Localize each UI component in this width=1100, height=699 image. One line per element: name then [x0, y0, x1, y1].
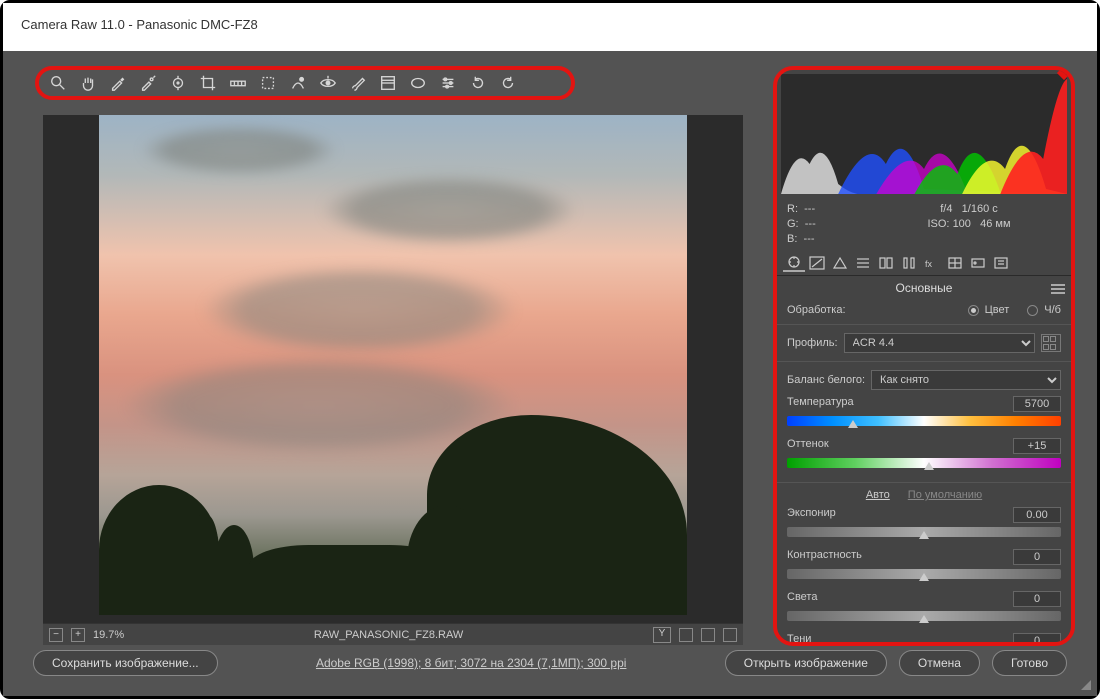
target-adjust-icon[interactable]	[167, 72, 189, 94]
exposure-slider[interactable]	[787, 527, 1061, 537]
profile-browser-icon[interactable]	[1041, 334, 1061, 352]
panel-title: Основные	[777, 276, 1071, 300]
rotate-ccw-icon[interactable]	[467, 72, 489, 94]
contrast-slider[interactable]	[787, 569, 1061, 579]
workflow-options-link[interactable]: Adobe RGB (1998); 8 бит; 3072 на 2304 (7…	[230, 656, 713, 670]
panel-menu-icon[interactable]	[1051, 282, 1065, 294]
treatment-label: Обработка:	[787, 304, 846, 316]
profile-select[interactable]: ACR 4.4	[844, 333, 1035, 353]
bottom-bar: Сохранить изображение... Adobe RGB (1998…	[3, 638, 1097, 688]
exposure-input[interactable]	[1013, 507, 1061, 523]
highlights-slider[interactable]	[787, 611, 1061, 621]
resize-handle-icon[interactable]	[1081, 680, 1091, 690]
wb-select[interactable]: Как снято	[871, 370, 1061, 390]
treatment-bw-radio[interactable]	[1027, 305, 1038, 316]
tab-basic-icon[interactable]	[783, 254, 805, 272]
temperature-slider[interactable]	[787, 416, 1061, 426]
tab-calib-icon[interactable]	[944, 254, 966, 272]
tab-presets-icon[interactable]	[967, 254, 989, 272]
tab-snapshots-icon[interactable]	[990, 254, 1012, 272]
temperature-input[interactable]	[1013, 396, 1061, 412]
contrast-input[interactable]	[1013, 549, 1061, 565]
temperature-label: Температура	[787, 396, 854, 412]
tint-slider[interactable]	[787, 458, 1061, 468]
open-image-button[interactable]: Открыть изображение	[725, 650, 887, 676]
tool-toolbar	[35, 66, 575, 100]
cancel-button[interactable]: Отмена	[899, 650, 980, 676]
straighten-tool-icon[interactable]	[227, 72, 249, 94]
transform-tool-icon[interactable]	[257, 72, 279, 94]
contrast-label: Контрастность	[787, 549, 862, 565]
grad-filter-icon[interactable]	[377, 72, 399, 94]
panel-tabs: fx	[777, 251, 1071, 276]
hand-tool-icon[interactable]	[77, 72, 99, 94]
exif-readout: f/4 1/160 c ISO: 100 46 мм	[877, 202, 1061, 247]
tint-label: Оттенок	[787, 438, 829, 454]
highlights-input[interactable]	[1013, 591, 1061, 607]
exposure-label: Экспонир	[787, 507, 836, 523]
adjustments-panel: R: --- G: --- B: --- f/4 1/160 c ISO: 10…	[773, 66, 1075, 646]
wb-label: Баланс белого:	[787, 374, 865, 386]
tab-hsl-icon[interactable]	[852, 254, 874, 272]
auto-link[interactable]: Авто	[866, 489, 890, 501]
zoom-tool-icon[interactable]	[47, 72, 69, 94]
tab-fx-icon[interactable]: fx	[921, 254, 943, 272]
brush-tool-icon[interactable]	[347, 72, 369, 94]
radial-filter-icon[interactable]	[407, 72, 429, 94]
redeye-tool-icon[interactable]	[317, 72, 339, 94]
profile-label: Профиль:	[787, 337, 838, 349]
default-link[interactable]: По умолчанию	[908, 489, 982, 501]
image-preview[interactable]: − + 19.7% RAW_PANASONIC_FZ8.RAW Y	[43, 115, 743, 645]
color-sampler-icon[interactable]	[137, 72, 159, 94]
tab-curve-icon[interactable]	[806, 254, 828, 272]
preferences-icon[interactable]	[437, 72, 459, 94]
svg-text:fx: fx	[925, 259, 933, 269]
rotate-cw-icon[interactable]	[497, 72, 519, 94]
histogram[interactable]	[781, 74, 1067, 194]
highlights-label: Света	[787, 591, 817, 607]
treatment-bw-label: Ч/б	[1044, 304, 1061, 316]
tab-detail-icon[interactable]	[829, 254, 851, 272]
tab-lens-icon[interactable]	[898, 254, 920, 272]
rgb-readout: R: --- G: --- B: ---	[787, 202, 877, 247]
done-button[interactable]: Готово	[992, 650, 1067, 676]
treatment-color-label: Цвет	[985, 304, 1010, 316]
treatment-color-radio[interactable]	[968, 305, 979, 316]
save-image-button[interactable]: Сохранить изображение...	[33, 650, 218, 676]
wb-eyedropper-icon[interactable]	[107, 72, 129, 94]
tint-input[interactable]	[1013, 438, 1061, 454]
spot-removal-icon[interactable]	[287, 72, 309, 94]
crop-tool-icon[interactable]	[197, 72, 219, 94]
tab-split-icon[interactable]	[875, 254, 897, 272]
window-titlebar: Camera Raw 11.0 - Panasonic DMC-FZ8	[3, 3, 1097, 51]
window-title: Camera Raw 11.0 - Panasonic DMC-FZ8	[21, 17, 258, 32]
